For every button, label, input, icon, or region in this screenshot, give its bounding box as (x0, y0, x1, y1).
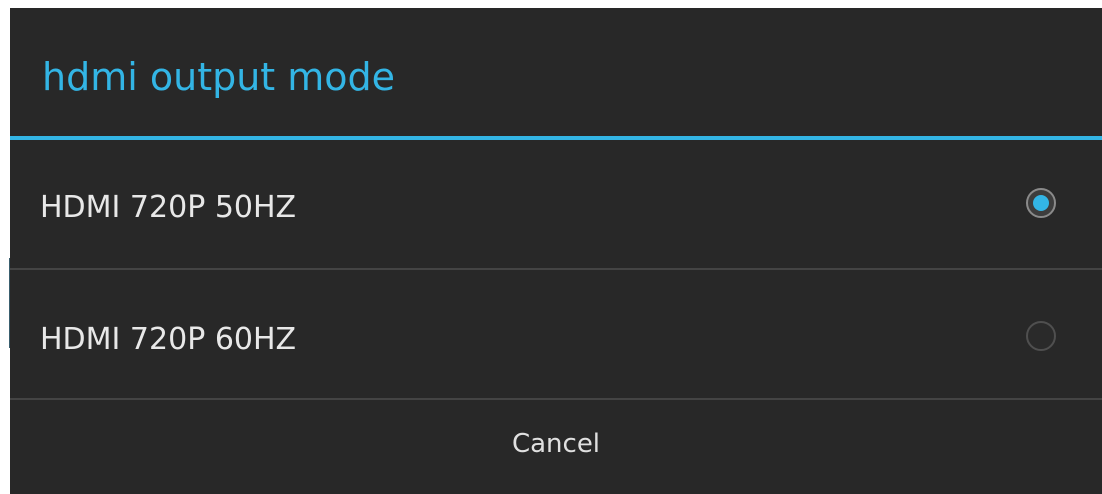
radio-unchecked-icon[interactable] (1026, 321, 1056, 351)
cancel-label: Cancel (511, 429, 601, 459)
cancel-button[interactable]: Cancel (10, 400, 1102, 494)
option-label: HDMI 720P 60HZ (40, 322, 297, 357)
radio-checked-icon[interactable] (1026, 188, 1056, 218)
dialog-title: hdmi output mode (42, 55, 396, 99)
option-hdmi-720p-50hz[interactable]: HDMI 720P 50HZ (10, 140, 1102, 270)
option-label: HDMI 720P 50HZ (40, 190, 297, 225)
option-hdmi-720p-60hz[interactable]: HDMI 720P 60HZ (10, 270, 1102, 400)
hdmi-output-mode-dialog: hdmi output mode HDMI 720P 50HZ HDMI 720… (10, 8, 1102, 494)
dialog-header: hdmi output mode (10, 8, 1102, 136)
radio-dot (1033, 195, 1049, 211)
